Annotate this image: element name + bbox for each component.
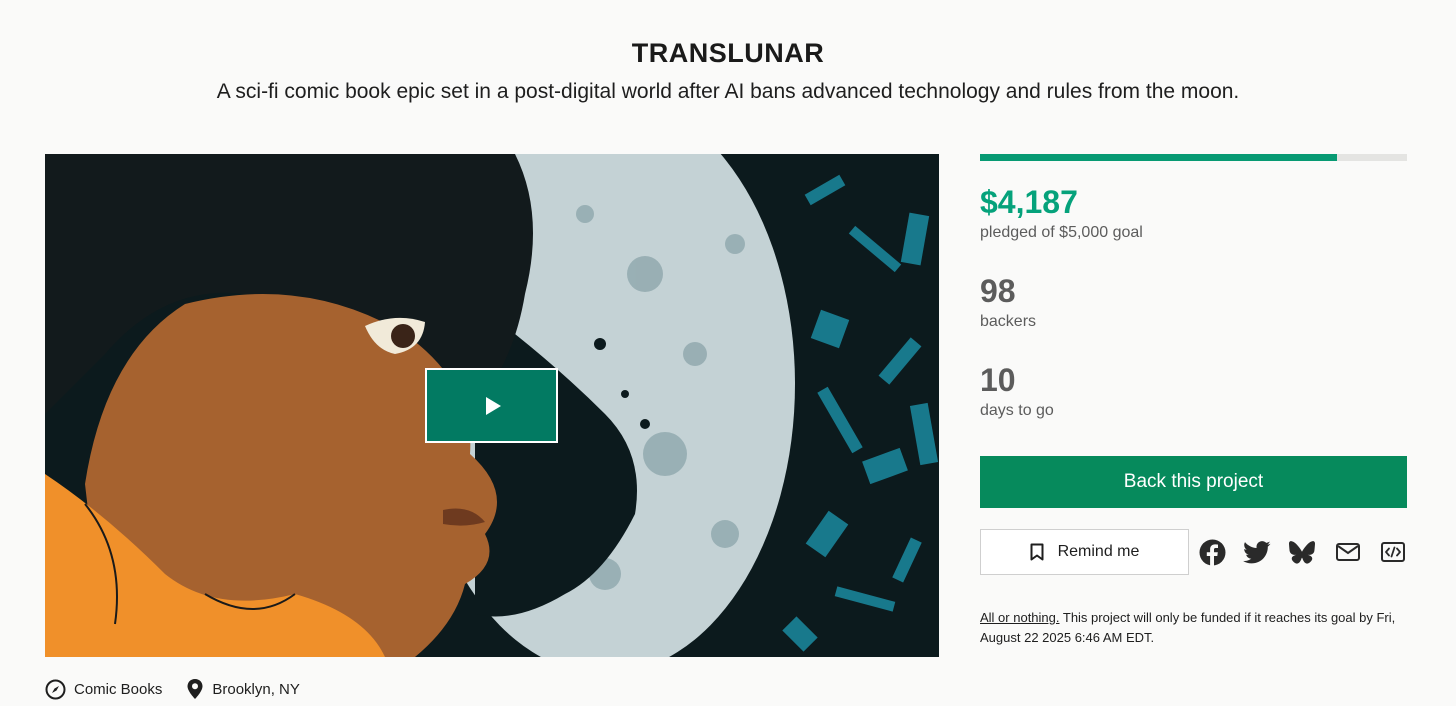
bluesky-icon <box>1289 540 1315 564</box>
bookmark-icon <box>1030 543 1044 561</box>
funding-progress-bar <box>980 154 1407 161</box>
facebook-icon <box>1199 539 1225 566</box>
project-title: TRANSLUNAR <box>631 38 825 68</box>
share-bluesky-button[interactable] <box>1288 538 1316 566</box>
embed-icon <box>1381 542 1405 562</box>
share-twitter-button[interactable] <box>1243 538 1271 566</box>
location-link[interactable]: Brooklyn, NY <box>186 678 300 700</box>
twitter-icon <box>1243 540 1271 563</box>
play-button[interactable] <box>425 368 558 443</box>
project-video[interactable] <box>45 154 939 657</box>
location-label: Brooklyn, NY <box>212 680 300 698</box>
category-link[interactable]: Comic Books <box>45 679 162 700</box>
category-label: Comic Books <box>74 680 163 698</box>
days-to-go-label: days to go <box>980 402 1054 419</box>
pledged-goal-label: pledged of $5,000 goal <box>980 224 1143 241</box>
project-meta: Comic Books Brooklyn, NY <box>45 677 300 701</box>
project-blurb: A sci-fi comic book epic set in a post-d… <box>216 80 1240 103</box>
all-or-nothing-notice: All or nothing. This project will only b… <box>980 608 1407 648</box>
pledged-amount: $4,187 <box>980 184 1078 220</box>
map-pin-icon <box>187 679 203 699</box>
backers-count: 98 <box>980 273 1016 309</box>
remind-me-button[interactable]: Remind me <box>980 529 1189 575</box>
email-icon <box>1336 543 1360 561</box>
share-facebook-button[interactable] <box>1198 538 1226 566</box>
backers-label: backers <box>980 313 1037 330</box>
all-or-nothing-link[interactable]: All or nothing. <box>980 610 1060 625</box>
funding-progress-fill <box>980 154 1338 161</box>
share-email-button[interactable] <box>1334 538 1362 566</box>
compass-icon <box>45 679 66 699</box>
back-this-project-button[interactable]: Back this project <box>980 456 1407 508</box>
remind-me-label: Remind me <box>1057 543 1140 560</box>
embed-button[interactable] <box>1379 538 1407 566</box>
play-icon <box>486 396 501 415</box>
days-to-go-count: 10 <box>980 362 1016 398</box>
